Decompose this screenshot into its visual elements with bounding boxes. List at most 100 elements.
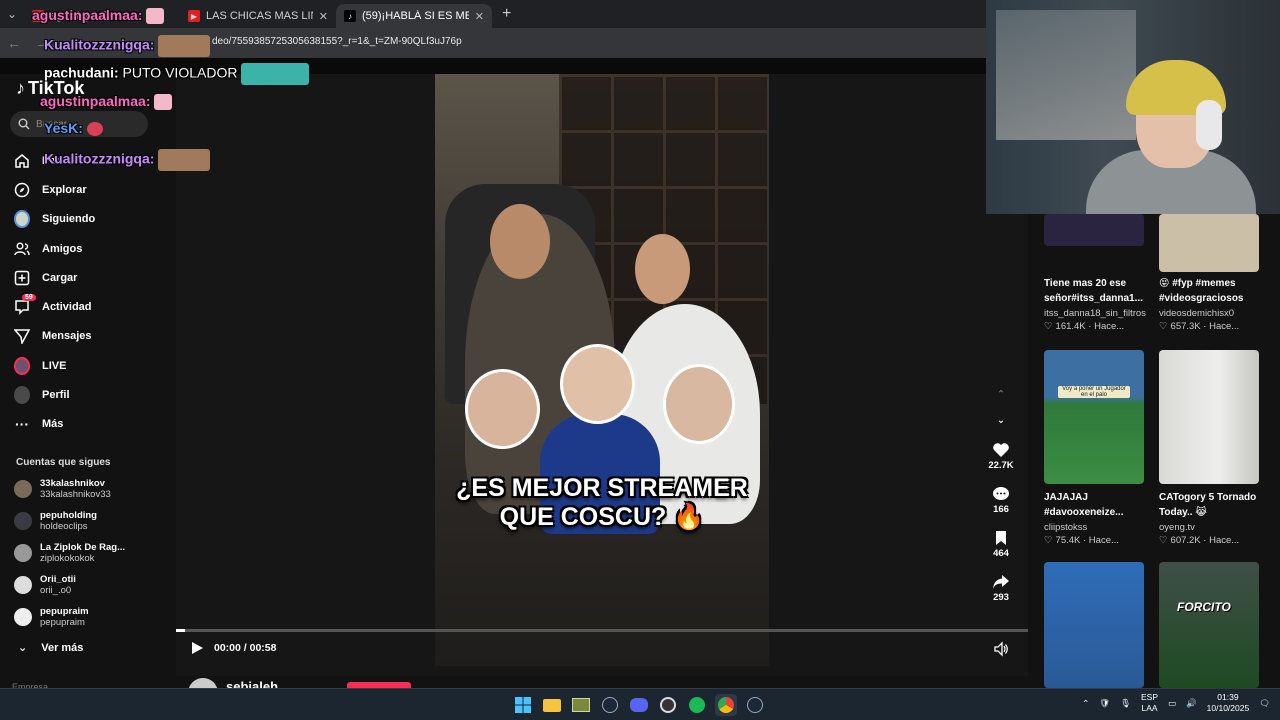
sidebar-item-perfil[interactable]: Perfil bbox=[14, 380, 95, 409]
video-thumbnail: FORCITO bbox=[1159, 562, 1259, 688]
emote-icon bbox=[146, 8, 165, 25]
close-tab-icon[interactable]: ✕ bbox=[475, 10, 484, 23]
window-background bbox=[996, 10, 1136, 140]
chevron-up-icon[interactable]: ⌃ bbox=[1082, 698, 1089, 709]
card-user: itss_danna18_sin_filtros bbox=[1044, 308, 1146, 319]
avatar bbox=[14, 480, 32, 498]
bookmark-icon bbox=[986, 528, 1016, 548]
following-heading: Cuentas que sigues bbox=[16, 457, 111, 468]
input-language[interactable]: ESP LAA bbox=[1141, 692, 1158, 714]
file-explorer-icon[interactable] bbox=[541, 694, 563, 716]
compass-icon bbox=[14, 182, 30, 198]
chat-message: pachudani: PUTO VIOLADOR bbox=[44, 63, 310, 85]
comment-button[interactable]: 166 bbox=[986, 484, 1016, 515]
sidebar-item-label: Amigos bbox=[42, 242, 83, 255]
lang-line-2: LAA bbox=[1141, 703, 1158, 713]
chat-message: agustinpaalmaa: bbox=[32, 7, 165, 25]
clock[interactable]: 01:39 10/10/2025 bbox=[1207, 692, 1250, 714]
feed-card[interactable] bbox=[1044, 562, 1144, 688]
steam-icon[interactable] bbox=[599, 694, 621, 716]
play-icon[interactable] bbox=[190, 641, 204, 655]
video-thumbnail bbox=[1044, 214, 1144, 246]
notification-icon[interactable]: 🗨 bbox=[1259, 698, 1270, 709]
card-stats: ♡ 657.3K · Hace... bbox=[1159, 321, 1259, 332]
sidebar-item-label: Explorar bbox=[42, 183, 87, 196]
speaker-icon[interactable]: 🔊 bbox=[1186, 698, 1197, 709]
friends-icon bbox=[14, 241, 30, 257]
video-caption: ¿ES MEJOR STREAMER QUE COSCU? 🔥 bbox=[435, 474, 769, 532]
sidebar-item-mas[interactable]: ··· Más bbox=[14, 410, 95, 439]
microphone-icon[interactable]: 🎙 bbox=[1120, 698, 1131, 709]
more-icon: ··· bbox=[15, 416, 29, 433]
clock-date: 10/10/2025 bbox=[1206, 703, 1250, 713]
following-item[interactable]: pepupraim pepupraim bbox=[14, 602, 89, 632]
chat-message: YesK: bbox=[44, 120, 103, 137]
video-frame[interactable]: ¿ES MEJOR STREAMER QUE COSCU? 🔥 bbox=[435, 74, 769, 666]
youtube-favicon-icon: ▶ bbox=[188, 10, 200, 22]
tab-search-chevron-icon[interactable]: ⌄ bbox=[0, 0, 24, 28]
feed-card[interactable]: Tiene mas 20 ese señor#itss_danna1... it… bbox=[1044, 214, 1146, 332]
sidebar-item-actividad[interactable]: 59 Actividad bbox=[14, 292, 95, 321]
feed-card[interactable]: FORCITO bbox=[1159, 562, 1259, 688]
feed-card[interactable]: Voy a poner un Jugador en el palo JAJAJA… bbox=[1044, 350, 1144, 546]
prev-video-button[interactable]: ⌃ bbox=[986, 384, 1016, 404]
browser-tab-3[interactable]: ♪ (59)¡HABLÁ SI ES MEJOR STREA ✕ bbox=[336, 4, 492, 28]
sidebar-item-siguiendo[interactable]: Siguiendo bbox=[14, 205, 95, 234]
following-item[interactable]: pepuholding holdeoclips bbox=[14, 506, 97, 536]
progress-fill bbox=[176, 629, 185, 632]
shield-icon[interactable]: 🛡 bbox=[1099, 698, 1110, 709]
sidebar-item-live[interactable]: LIVE bbox=[14, 351, 95, 380]
sidebar-item-label: Perfil bbox=[42, 389, 70, 402]
notification-badge: 59 bbox=[22, 294, 36, 302]
like-button[interactable]: 22.7K bbox=[986, 440, 1016, 471]
following-item[interactable]: La Ziplok De Rag... ziplokokokok bbox=[14, 538, 125, 568]
feed-card[interactable]: 😝 #fyp #memes #videosgraciosos videosdem… bbox=[1159, 214, 1259, 332]
new-tab-plus-icon[interactable]: + bbox=[492, 5, 521, 23]
ver-mas-label: Ver más bbox=[41, 641, 84, 654]
caption-line-2: QUE COSCU? 🔥 bbox=[499, 503, 705, 531]
save-button[interactable]: 464 bbox=[986, 528, 1016, 559]
clock-time: 01:39 bbox=[1217, 692, 1239, 702]
share-button[interactable]: 293 bbox=[986, 572, 1016, 603]
live-icon bbox=[14, 356, 30, 375]
heart-outline-icon: ♡ bbox=[1159, 535, 1168, 546]
avatar bbox=[14, 544, 32, 562]
card-stats: ♡ 75.4K · Hace... bbox=[1044, 535, 1144, 546]
webcam-overlay bbox=[986, 0, 1280, 214]
close-tab-icon[interactable]: ✕ bbox=[319, 10, 328, 23]
network-icon[interactable]: ▭ bbox=[1168, 698, 1176, 709]
emote-icon bbox=[86, 122, 103, 137]
video-thumbnail bbox=[1159, 350, 1259, 484]
like-count: 22.7K bbox=[988, 460, 1014, 471]
next-video-button[interactable]: ⌄ bbox=[986, 410, 1016, 430]
emote-icon bbox=[241, 63, 310, 85]
steam-icon[interactable] bbox=[744, 694, 766, 716]
following-item[interactable]: Orii_otii orii_.o0 bbox=[14, 570, 76, 600]
feed-card[interactable]: CATogory 5 Tornado Today.. 😹 oyeng.tv ♡ 6… bbox=[1159, 350, 1259, 546]
video-progress-bar[interactable] bbox=[176, 629, 1028, 632]
chat-message: agustinpaalmaa: bbox=[40, 93, 173, 111]
obs-icon[interactable] bbox=[657, 694, 679, 716]
chrome-icon[interactable] bbox=[715, 694, 737, 716]
caption-line-1: ¿ES MEJOR STREAMER bbox=[456, 474, 748, 502]
discord-icon[interactable] bbox=[628, 694, 650, 716]
ver-mas-button[interactable]: ⌄ Ver más bbox=[18, 641, 84, 655]
spotify-icon[interactable] bbox=[686, 694, 708, 716]
back-arrow-icon[interactable]: ← bbox=[0, 35, 28, 51]
windows-start-icon[interactable] bbox=[512, 694, 534, 716]
url-text[interactable]: deo/7559385725305638155?_r=1&_t=ZM-90QLf… bbox=[212, 36, 462, 47]
home-icon bbox=[14, 153, 30, 169]
card-title: 😝 #fyp #memes bbox=[1159, 278, 1236, 289]
heart-icon bbox=[986, 440, 1016, 460]
sidebar-item-cargar[interactable]: Cargar bbox=[14, 263, 95, 292]
volume-icon[interactable] bbox=[993, 641, 1009, 657]
gallery-icon[interactable] bbox=[570, 694, 592, 716]
sidebar-item-explorar[interactable]: Explorar bbox=[14, 175, 95, 204]
following-name: pepuholding bbox=[40, 510, 97, 521]
sidebar-item-mensajes[interactable]: Mensajes bbox=[14, 322, 95, 351]
following-item[interactable]: 33kalashnikov 33kalashnikov33 bbox=[14, 474, 111, 504]
sidebar-item-label: Actividad bbox=[42, 301, 92, 314]
browser-tab-2[interactable]: ▶ LAS CHICAS MAS LINDAS DEL ✕ bbox=[180, 4, 336, 28]
share-count: 293 bbox=[993, 592, 1009, 603]
sidebar-item-amigos[interactable]: Amigos bbox=[14, 234, 95, 263]
